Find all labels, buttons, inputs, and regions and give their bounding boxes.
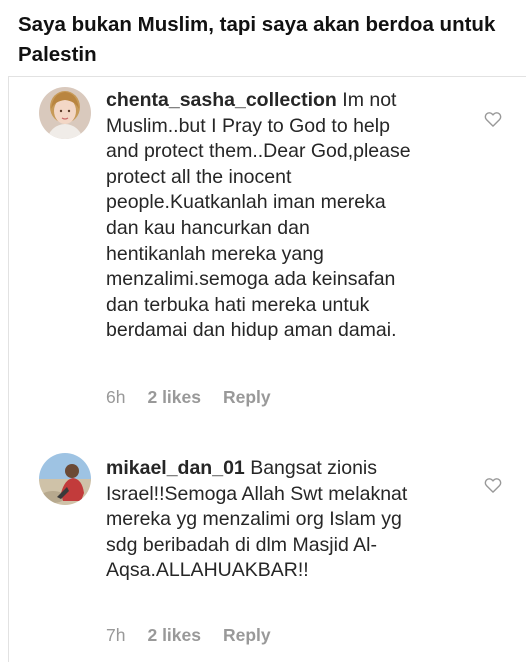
comment-username[interactable]: chenta_sasha_collection bbox=[106, 89, 337, 111]
comments-panel: chenta_sasha_collection Im not Muslim..b… bbox=[8, 76, 526, 662]
reply-button[interactable]: Reply bbox=[223, 625, 271, 646]
reply-button[interactable]: Reply bbox=[223, 387, 271, 408]
avatar-image bbox=[39, 87, 91, 139]
avatar[interactable] bbox=[39, 453, 91, 505]
comment-text: mikael_dan_01 Bangsat zionis Israel!!Sem… bbox=[106, 456, 411, 584]
avatar[interactable] bbox=[39, 87, 91, 139]
likes-count[interactable]: 2 likes bbox=[147, 387, 201, 408]
comment-body: Im not Muslim..but I Pray to God to help… bbox=[106, 89, 411, 342]
heart-outline-icon[interactable] bbox=[483, 109, 503, 129]
comment-username[interactable]: mikael_dan_01 bbox=[106, 457, 245, 479]
avatar-image bbox=[39, 453, 91, 505]
likes-count[interactable]: 2 likes bbox=[147, 625, 201, 646]
comment-text: chenta_sasha_collection Im not Muslim..b… bbox=[106, 88, 411, 344]
comment-timestamp[interactable]: 6h bbox=[106, 387, 125, 408]
heart-outline-icon[interactable] bbox=[483, 475, 503, 495]
comment-meta: 6h 2 likes Reply bbox=[106, 387, 271, 408]
comment-timestamp[interactable]: 7h bbox=[106, 625, 125, 646]
article-headline: Saya bukan Muslim, tapi saya akan berdoa… bbox=[18, 13, 496, 66]
comment-meta: 7h 2 likes Reply bbox=[106, 625, 271, 646]
